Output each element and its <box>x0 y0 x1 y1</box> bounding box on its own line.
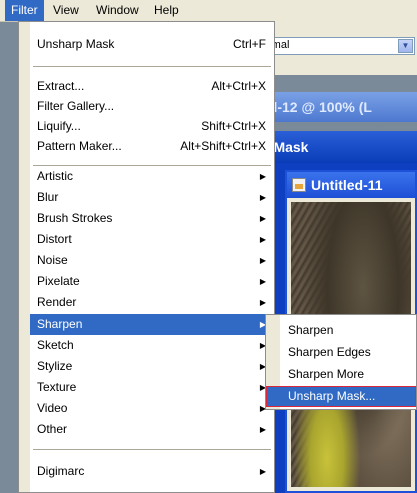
menu-item-brush-strokes[interactable]: Brush Strokes ▶ <box>30 208 274 229</box>
menu-item-shortcut: Alt+Ctrl+X <box>211 79 266 93</box>
menu-help[interactable]: Help <box>148 0 185 21</box>
menu-item-shortcut: Alt+Shift+Ctrl+X <box>180 139 266 153</box>
menu-item-filter-gallery[interactable]: Filter Gallery... <box>30 96 274 117</box>
chevron-down-icon[interactable]: ▼ <box>398 39 413 53</box>
menu-item-artistic[interactable]: Artistic ▶ <box>30 166 274 187</box>
menu-item-stylize[interactable]: Stylize ▶ <box>30 356 274 377</box>
menu-bar: Filter View Window Help <box>0 0 417 22</box>
menu-item-sharpen[interactable]: Sharpen ▶ <box>30 314 274 335</box>
menu-item-noise[interactable]: Noise ▶ <box>30 250 274 271</box>
image-window-title-text: Untitled-11 <box>311 177 383 193</box>
submenu-arrow-icon: ▶ <box>259 193 266 202</box>
menu-item-label: Artistic <box>37 169 73 183</box>
menu-item-label: Sharpen <box>37 317 83 331</box>
menu-item-digimarc[interactable]: Digimarc ▶ <box>30 461 274 482</box>
menu-view[interactable]: View <box>47 0 85 21</box>
submenu-arrow-icon: ▶ <box>259 172 266 181</box>
submenu-item-unsharp-mask[interactable]: Unsharp Mask... <box>266 386 416 407</box>
menu-item-label: Render <box>37 295 77 309</box>
menu-item-label: Video <box>37 401 68 415</box>
menu-separator <box>33 66 271 67</box>
submenu-arrow-icon: ▶ <box>259 425 266 434</box>
menu-item-video[interactable]: Video ▶ <box>30 398 274 419</box>
menu-item-liquify[interactable]: Liquify... Shift+Ctrl+X <box>30 116 274 137</box>
menu-item-label: Extract... <box>37 79 85 93</box>
menu-item-extract[interactable]: Extract... Alt+Ctrl+X <box>30 76 274 97</box>
menu-item-label: Distort <box>37 232 72 246</box>
menu-item-other[interactable]: Other ▶ <box>30 419 274 440</box>
submenu-item-sharpen-edges[interactable]: Sharpen Edges <box>280 342 416 363</box>
filter-menu: Unsharp Mask Ctrl+F Extract... Alt+Ctrl+… <box>18 21 275 493</box>
image-file-icon <box>292 178 306 192</box>
menu-item-label: Digimarc <box>37 464 85 478</box>
dialog-title-bar: o Mask <box>255 131 417 163</box>
menu-item-label: Pattern Maker... <box>37 139 122 153</box>
sharpen-submenu: Sharpen Sharpen Edges Sharpen More Unsha… <box>265 314 417 410</box>
menu-item-label: Sharpen <box>288 323 334 337</box>
menu-item-pixelate[interactable]: Pixelate ▶ <box>30 271 274 292</box>
menu-item-shortcut: Ctrl+F <box>233 37 266 51</box>
menu-item-shortcut: Shift+Ctrl+X <box>201 119 266 133</box>
menu-item-label: Unsharp Mask... <box>288 389 376 403</box>
submenu-arrow-icon: ▶ <box>259 256 266 265</box>
menu-item-label: Unsharp Mask <box>37 37 115 51</box>
submenu-item-sharpen-more[interactable]: Sharpen More <box>280 364 416 385</box>
menu-item-texture[interactable]: Texture ▶ <box>30 377 274 398</box>
menu-filter[interactable]: Filter <box>5 0 44 21</box>
menu-item-label: Filter Gallery... <box>37 99 115 113</box>
submenu-arrow-icon: ▶ <box>259 235 266 244</box>
menu-item-label: Sharpen Edges <box>288 345 371 359</box>
menu-item-label: Noise <box>37 253 68 267</box>
menu-item-pattern-maker[interactable]: Pattern Maker... Alt+Shift+Ctrl+X <box>30 136 274 157</box>
image-window-title: Untitled-11 <box>287 172 415 198</box>
menu-item-label: Blur <box>37 190 59 204</box>
submenu-arrow-icon: ▶ <box>259 214 266 223</box>
menu-item-unsharp-mask-last[interactable]: Unsharp Mask Ctrl+F <box>30 34 274 55</box>
blend-mode-select[interactable]: rmal ▼ <box>263 37 415 55</box>
menu-item-label: Pixelate <box>37 274 80 288</box>
menu-separator <box>33 449 271 450</box>
menu-item-blur[interactable]: Blur ▶ <box>30 187 274 208</box>
menu-item-render[interactable]: Render ▶ <box>30 292 274 313</box>
submenu-arrow-icon: ▶ <box>259 277 266 286</box>
menu-item-label: Liquify... <box>37 119 81 133</box>
menu-window[interactable]: Window <box>90 0 145 21</box>
menu-icon-strip <box>19 22 30 492</box>
menu-item-label: Stylize <box>37 359 73 373</box>
menu-item-distort[interactable]: Distort ▶ <box>30 229 274 250</box>
submenu-item-sharpen[interactable]: Sharpen <box>280 320 416 341</box>
menu-item-sketch[interactable]: Sketch ▶ <box>30 335 274 356</box>
menu-item-label: Other <box>37 422 68 436</box>
submenu-arrow-icon: ▶ <box>259 467 266 476</box>
menu-item-label: Sharpen More <box>288 367 365 381</box>
menu-item-label: Brush Strokes <box>37 211 113 225</box>
document-title-bar: ed-12 @ 100% (L <box>255 92 417 122</box>
menu-item-label: Texture <box>37 380 77 394</box>
menu-item-label: Sketch <box>37 338 74 352</box>
submenu-arrow-icon: ▶ <box>259 298 266 307</box>
